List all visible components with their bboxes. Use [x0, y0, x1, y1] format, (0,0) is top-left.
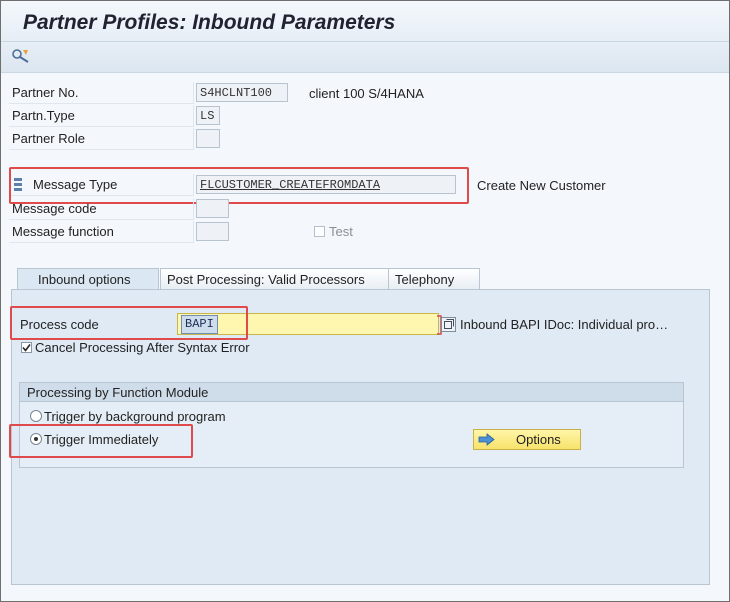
- partn-type-row: Partn.Type: [9, 105, 194, 127]
- message-type-description: Create New Customer: [477, 178, 606, 193]
- partner-role-field[interactable]: [196, 129, 220, 148]
- message-code-row: Message code: [9, 198, 194, 220]
- tab-telephony[interactable]: Telephony: [388, 268, 480, 289]
- partner-role-row: Partner Role: [9, 128, 194, 150]
- partner-role-label: Partner Role: [12, 131, 85, 146]
- display-change-icon[interactable]: [11, 47, 31, 65]
- message-code-label: Message code: [12, 201, 97, 216]
- arrow-right-icon: [478, 433, 495, 446]
- message-code-field[interactable]: [196, 199, 229, 218]
- partner-no-description: client 100 S/4HANA: [309, 86, 424, 101]
- cancel-processing-checkbox[interactable]: [21, 342, 32, 353]
- message-function-field[interactable]: [196, 222, 229, 241]
- checkmark-icon: [22, 344, 31, 352]
- radio-trigger-background[interactable]: [30, 410, 42, 422]
- partn-type-label: Partn.Type: [12, 108, 75, 123]
- application-toolbar: [1, 42, 729, 73]
- process-code-description: Inbound BAPI IDoc: Individual pro…: [460, 317, 669, 332]
- partn-type-field[interactable]: LS: [196, 106, 220, 125]
- highlight-trigger-immediately: [9, 424, 193, 458]
- test-label: Test: [329, 224, 353, 239]
- partner-no-field[interactable]: S4HCLNT100: [196, 83, 288, 102]
- highlight-process-code: [10, 306, 248, 340]
- group-title: Processing by Function Module: [27, 385, 209, 400]
- tab-post-processing[interactable]: Post Processing: Valid Processors: [160, 268, 389, 289]
- message-function-label: Message function: [12, 224, 114, 239]
- tab-inbound-options[interactable]: Inbound options: [17, 268, 159, 289]
- partner-no-label: Partner No.: [12, 85, 79, 100]
- title-bar: Partner Profiles: Inbound Parameters: [1, 1, 729, 42]
- test-checkbox[interactable]: [314, 226, 325, 237]
- options-button-label: Options: [516, 432, 561, 447]
- partner-no-row: Partner No.: [9, 82, 194, 104]
- message-function-row: Message function: [9, 221, 194, 243]
- options-button[interactable]: Options: [473, 429, 581, 450]
- cancel-processing-label: Cancel Processing After Syntax Error: [35, 340, 250, 355]
- value-help-icon[interactable]: [441, 317, 456, 332]
- radio-trigger-background-label: Trigger by background program: [44, 409, 226, 424]
- group-header: Processing by Function Module: [20, 383, 683, 402]
- page-title: Partner Profiles: Inbound Parameters: [23, 11, 396, 34]
- sap-window: Partner Profiles: Inbound Parameters Par…: [0, 0, 730, 602]
